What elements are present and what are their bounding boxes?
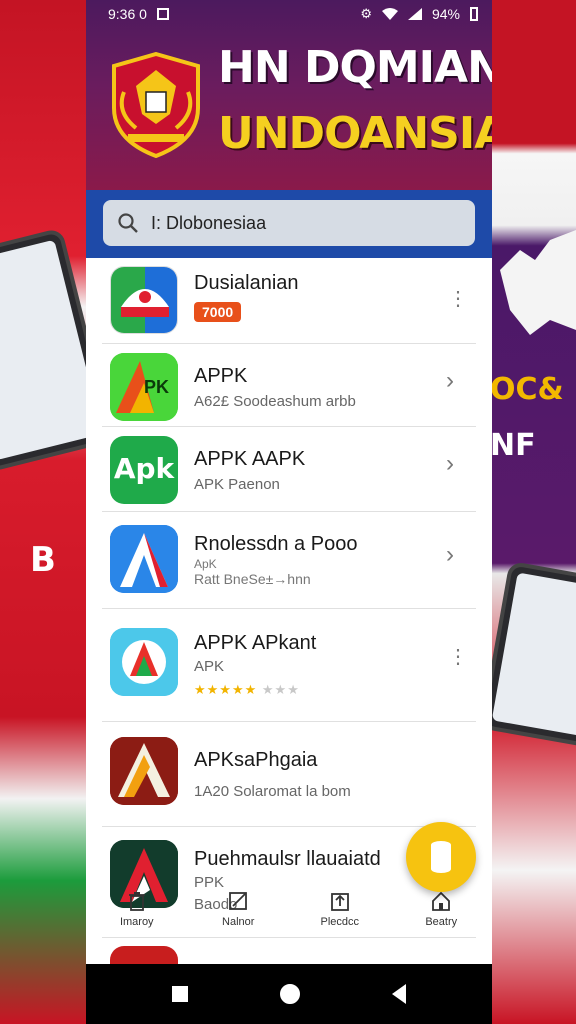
page-subtitle: UNDOANSIA	[218, 108, 492, 159]
app-subtitle: APK	[194, 658, 225, 675]
list-item[interactable]: APPK APkant APK ★★★★★ ★★★ ⋮	[102, 610, 476, 722]
app-subtitle: 1A20 Solaromat la bom	[194, 783, 351, 800]
nav-label: Nalnor	[222, 916, 255, 928]
app-icon-label: Apk	[113, 452, 175, 485]
svg-text:PK: PK	[144, 377, 169, 397]
phone-screen: HN DQMIAN UNDOANSIA 9:36 0 ⚙ 94% I: Dlob…	[86, 0, 492, 1024]
recent-apps-button[interactable]	[172, 986, 188, 1002]
background-decoration: OC&	[490, 372, 564, 407]
app-subtitle-secondary: Ratt BneSe±→hnn	[194, 571, 311, 587]
settings-icon: ⚙	[360, 6, 372, 21]
list-item[interactable]: Dusialanian 7000 ⋮	[102, 258, 476, 344]
bottom-navigation: Imaroy Nalnor Plecdcc Beatry	[86, 890, 492, 940]
trash-icon	[128, 892, 145, 911]
app-icon	[110, 737, 178, 805]
battery-level: 94%	[431, 6, 460, 22]
app-name: Rnolessdn a Pooo	[194, 533, 358, 555]
app-icon	[110, 525, 178, 593]
chevron-right-icon[interactable]: ›	[446, 541, 454, 569]
floating-action-button[interactable]	[406, 822, 476, 892]
app-header: HN DQMIAN UNDOANSIA	[86, 0, 492, 190]
list-item[interactable]: Apk APPK AAPK APK Paenon ›	[102, 428, 476, 512]
notification-icon	[156, 8, 169, 20]
nav-item[interactable]: Imaroy	[97, 890, 177, 940]
app-name: APPK APkant	[194, 632, 317, 654]
app-icon	[110, 628, 178, 696]
list-item[interactable]: Rnolessdn a Pooo ApK Ratt BneSe±→hnn ›	[102, 513, 476, 609]
home-button[interactable]	[280, 984, 300, 1004]
nav-item[interactable]: Nalnor	[198, 890, 278, 940]
cylinder-icon	[431, 841, 451, 873]
search-band	[86, 190, 492, 258]
wifi-icon	[381, 8, 398, 20]
background-right: OC& NF	[490, 0, 576, 1024]
background-phone-image	[490, 560, 576, 750]
search-input[interactable]	[151, 212, 451, 234]
nav-label: Plecdcc	[320, 916, 360, 928]
app-icon: Apk	[110, 436, 178, 504]
more-vert-icon[interactable]: ⋮	[448, 289, 468, 309]
search-icon[interactable]	[117, 212, 139, 234]
app-subtitle: A62£ Soodeashum arbb	[194, 393, 356, 410]
background-decoration: NF	[490, 428, 536, 463]
status-time: 9:36 0	[108, 6, 147, 22]
list-item[interactable]: APKsaPhgaia 1A20 Solaromat la bom	[102, 723, 476, 827]
status-bar: 9:36 0 ⚙ 94%	[86, 0, 492, 28]
background-decoration: B	[30, 540, 56, 580]
app-icon: PK	[110, 353, 178, 421]
background-phone-image	[0, 227, 86, 473]
more-vert-icon[interactable]: ⋮	[448, 647, 468, 667]
map-silhouette-icon	[500, 230, 576, 335]
app-subtitle: PPK	[194, 874, 225, 891]
list-item[interactable]: PK APPK A62£ Soodeashum arbb ›	[102, 345, 476, 427]
chevron-right-icon[interactable]: ›	[446, 450, 454, 478]
search-bar[interactable]	[103, 200, 475, 246]
nav-label: Imaroy	[119, 916, 154, 928]
background-left: B	[0, 0, 86, 1024]
app-name: Puehmaulsr llauaiatd	[194, 848, 381, 870]
price-badge: 7000	[194, 302, 242, 322]
nav-item[interactable]: Plecdcc	[300, 890, 380, 940]
app-subtitle: APK Paenon	[194, 476, 280, 493]
signal-icon	[407, 8, 422, 20]
upload-icon	[330, 893, 349, 911]
app-name: APPK AAPK	[194, 448, 306, 470]
back-button[interactable]	[392, 984, 406, 1004]
system-navigation-bar	[86, 964, 492, 1024]
edit-icon	[229, 892, 248, 910]
home-icon	[432, 891, 451, 911]
app-subtitle: ApK	[194, 557, 217, 571]
app-name: APKsaPhgaia	[194, 749, 318, 771]
app-name: APPK	[194, 365, 248, 387]
garuda-emblem-icon	[112, 52, 200, 158]
nav-item[interactable]: Beatry	[401, 890, 481, 940]
app-name: Dusialanian	[194, 272, 299, 294]
battery-icon	[470, 7, 478, 21]
app-icon	[110, 266, 178, 334]
nav-label: Beatry	[425, 916, 458, 928]
page-title: HN DQMIAN	[218, 42, 492, 93]
chevron-right-icon[interactable]: ›	[446, 367, 454, 395]
rating-stars: ★★★★★ ★★★	[194, 682, 300, 697]
